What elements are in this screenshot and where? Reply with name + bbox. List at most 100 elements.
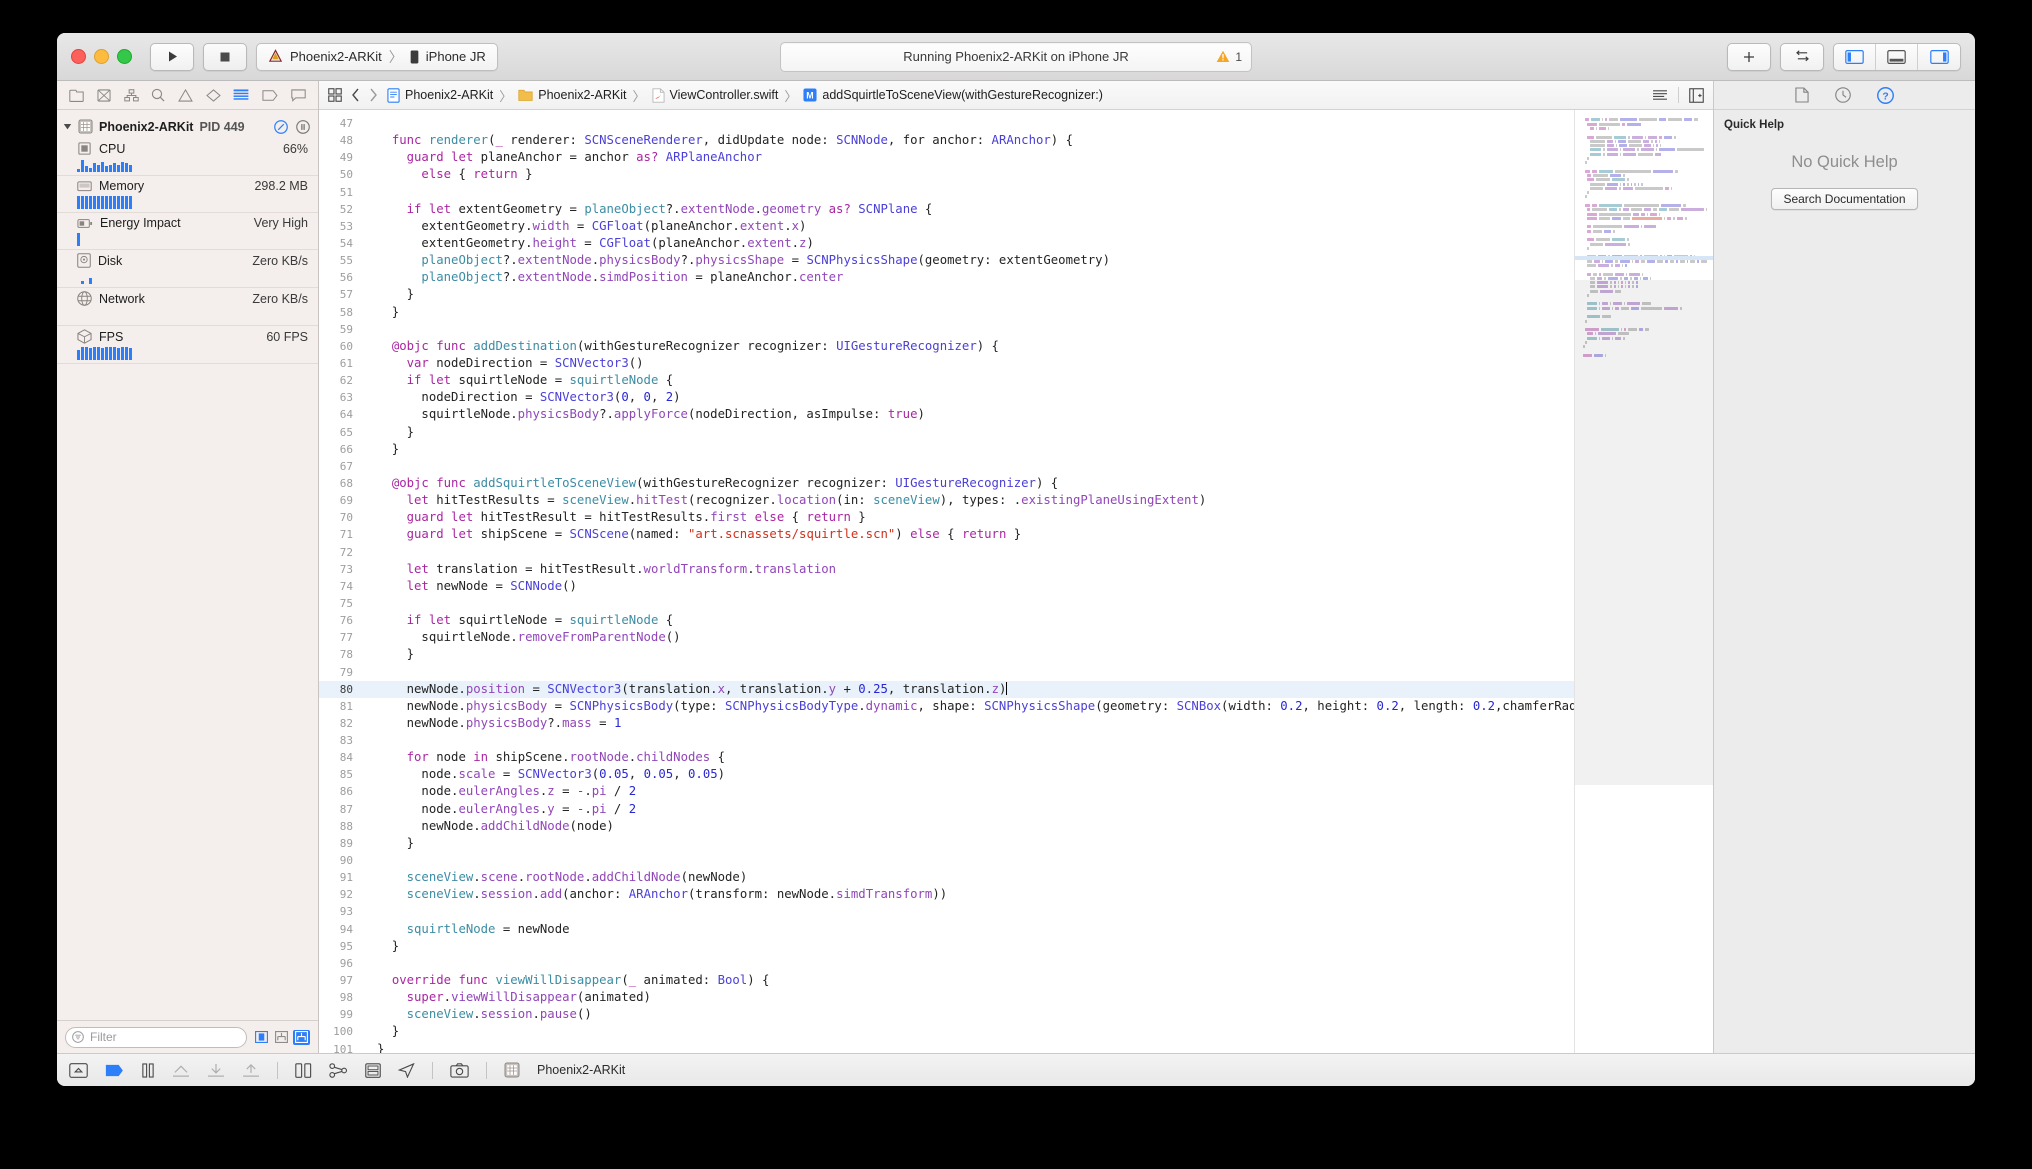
toggle-navigator-button[interactable]	[1834, 43, 1876, 70]
code-line[interactable]: 83	[319, 732, 1574, 749]
code-line[interactable]: 71 guard let shipScene = SCNScene(named:…	[319, 526, 1574, 543]
code-line[interactable]: 99 sceneView.session.pause()	[319, 1006, 1574, 1023]
line-text[interactable]: guard let shipScene = SCNScene(named: "a…	[365, 526, 1022, 543]
code-line[interactable]: 55 planeObject?.extentNode.physicsBody?.…	[319, 252, 1574, 269]
minimap-icon[interactable]	[1652, 89, 1668, 102]
screenshot-icon[interactable]	[450, 1062, 469, 1078]
debug-icon[interactable]	[233, 89, 249, 101]
code-line[interactable]: 57 }	[319, 286, 1574, 303]
step-out-icon[interactable]	[242, 1063, 260, 1078]
line-text[interactable]: func renderer(_ renderer: SCNSceneRender…	[365, 132, 1073, 149]
line-text[interactable]: extentGeometry.height = CGFloat(planeAnc…	[365, 235, 813, 252]
line-text[interactable]: }	[365, 424, 414, 441]
line-text[interactable]: squirtleNode.removeFromParentNode()	[365, 629, 680, 646]
line-text[interactable]: }	[365, 286, 414, 303]
line-text[interactable]: }	[365, 1023, 399, 1040]
line-text[interactable]: planeObject?.extentNode.simdPosition = p…	[365, 269, 843, 286]
code-line[interactable]: 96	[319, 955, 1574, 972]
stop-button[interactable]	[203, 42, 247, 71]
line-text[interactable]: node.scale = SCNVector3(0.05, 0.05, 0.05…	[365, 766, 725, 783]
code-line[interactable]: 56 planeObject?.extentNode.simdPosition …	[319, 269, 1574, 286]
breadcrumb-item-3[interactable]: MaddSquirtleToSceneView(withGestureRecog…	[803, 88, 1103, 102]
minimize-window-button[interactable]	[94, 49, 109, 64]
code-line[interactable]: 94 squirtleNode = newNode	[319, 921, 1574, 938]
line-text[interactable]: let newNode = SCNNode()	[365, 578, 577, 595]
code-line[interactable]: 61 var nodeDirection = SCNVector3()	[319, 355, 1574, 372]
breadcrumb-item-2[interactable]: ViewController.swift	[651, 87, 778, 103]
view-process-icon[interactable]	[274, 119, 288, 134]
code-line[interactable]: 97 override func viewWillDisappear(_ ani…	[319, 972, 1574, 989]
warning-icon[interactable]	[178, 88, 193, 102]
search-icon[interactable]	[151, 88, 165, 102]
code-line[interactable]: 65 }	[319, 424, 1574, 441]
show-only-running-icon[interactable]	[253, 1030, 270, 1045]
editor-options-button[interactable]	[1780, 42, 1824, 71]
code-line[interactable]: 53 extentGeometry.width = CGFloat(planeA…	[319, 218, 1574, 235]
code-line[interactable]: 95 }	[319, 938, 1574, 955]
breadcrumb-item-1[interactable]: Phoenix2-ARKit	[518, 88, 627, 102]
line-text[interactable]: sceneView.session.pause()	[365, 1006, 592, 1023]
code-line[interactable]: 87 node.eulerAngles.y = -.pi / 2	[319, 801, 1574, 818]
line-text[interactable]: let hitTestResults = sceneView.hitTest(r…	[365, 492, 1207, 509]
step-into-icon[interactable]	[207, 1063, 225, 1078]
search-documentation-button[interactable]: Search Documentation	[1771, 188, 1918, 210]
process-row[interactable]: Phoenix2-ARKit PID 449	[57, 116, 318, 138]
line-text[interactable]: guard let hitTestResult = hitTestResults…	[365, 509, 866, 526]
chevron-right-icon[interactable]	[369, 88, 378, 102]
gauge-row-energy-impact[interactable]: Energy Impact Very High	[57, 213, 318, 250]
zoom-window-button[interactable]	[117, 49, 132, 64]
code-line[interactable]: 74 let newNode = SCNNode()	[319, 578, 1574, 595]
line-text[interactable]: if let squirtleNode = squirtleNode {	[365, 372, 674, 389]
view-hierarchy-icon[interactable]	[295, 1062, 312, 1078]
code-line[interactable]: 50 else { return }	[319, 166, 1574, 183]
test-icon[interactable]	[205, 88, 221, 102]
pause-icon[interactable]	[141, 1062, 155, 1078]
line-text[interactable]: newNode.position = SCNVector3(translatio…	[365, 681, 1008, 698]
gauge-row-disk[interactable]: Disk Zero KB/s	[57, 250, 318, 288]
toggle-inspector-button[interactable]	[1918, 44, 1960, 70]
line-text[interactable]: sceneView.session.add(anchor: ARAnchor(t…	[365, 886, 948, 903]
line-text[interactable]: for node in shipScene.rootNode.childNode…	[365, 749, 725, 766]
code-line[interactable]: 48 func renderer(_ renderer: SCNSceneRen…	[319, 132, 1574, 149]
code-line[interactable]: 93	[319, 903, 1574, 920]
code-line[interactable]: 59	[319, 321, 1574, 338]
code-line[interactable]: 60 @objc func addDestination(withGesture…	[319, 338, 1574, 355]
line-text[interactable]: @objc func addSquirtleToSceneView(withGe…	[365, 475, 1058, 492]
code-line[interactable]: 68 @objc func addSquirtleToSceneView(wit…	[319, 475, 1574, 492]
add-editor-button[interactable]	[1727, 42, 1771, 71]
code-line[interactable]: 78 }	[319, 646, 1574, 663]
line-text[interactable]: if let extentGeometry = planeObject?.ext…	[365, 201, 933, 218]
line-text[interactable]: planeObject?.extentNode.physicsBody?.phy…	[365, 252, 1110, 269]
symbol-icon[interactable]	[123, 88, 139, 102]
hide-debug-area-icon[interactable]	[69, 1062, 88, 1078]
code-line[interactable]: 69 let hitTestResults = sceneView.hitTes…	[319, 492, 1574, 509]
close-window-button[interactable]	[71, 49, 86, 64]
show-thread-icon[interactable]	[273, 1030, 290, 1045]
pause-gauge-icon[interactable]	[296, 119, 310, 134]
code-line[interactable]: 84 for node in shipScene.rootNode.childN…	[319, 749, 1574, 766]
line-text[interactable]: }	[365, 646, 414, 663]
breadcrumb-item-0[interactable]: Phoenix2-ARKit	[387, 87, 493, 103]
line-text[interactable]: let translation = hitTestResult.worldTra…	[365, 561, 836, 578]
code-line[interactable]: 79	[319, 664, 1574, 681]
line-text[interactable]: var nodeDirection = SCNVector3()	[365, 355, 644, 372]
code-line[interactable]: 100 }	[319, 1023, 1574, 1040]
code-line[interactable]: 58 }	[319, 304, 1574, 321]
show-all-icon[interactable]	[293, 1029, 310, 1045]
folder-icon[interactable]	[69, 89, 85, 102]
line-text[interactable]: newNode.physicsBody?.mass = 1	[365, 715, 622, 732]
source-code[interactable]: 47 48 func renderer(_ renderer: SCNSceneR…	[319, 110, 1574, 1053]
gauge-row-network[interactable]: Network Zero KB/s	[57, 288, 318, 326]
line-text[interactable]: super.viewWillDisappear(animated)	[365, 989, 651, 1006]
related-items-icon[interactable]	[328, 88, 342, 102]
line-text[interactable]: if let squirtleNode = squirtleNode {	[365, 612, 674, 629]
warning-indicator[interactable]: 1	[1216, 50, 1242, 64]
code-scroll-area[interactable]: 47 48 func renderer(_ renderer: SCNSceneR…	[319, 110, 1574, 1053]
line-text[interactable]: }	[365, 938, 399, 955]
line-text[interactable]: nodeDirection = SCNVector3(0, 0, 2)	[365, 389, 680, 406]
line-text[interactable]: extentGeometry.width = CGFloat(planeAnch…	[365, 218, 806, 235]
step-over-icon[interactable]	[172, 1063, 190, 1078]
code-line[interactable]: 52 if let extentGeometry = planeObject?.…	[319, 201, 1574, 218]
line-text[interactable]: node.eulerAngles.y = -.pi / 2	[365, 801, 636, 818]
gauge-row-cpu[interactable]: CPU 66%	[57, 138, 318, 176]
